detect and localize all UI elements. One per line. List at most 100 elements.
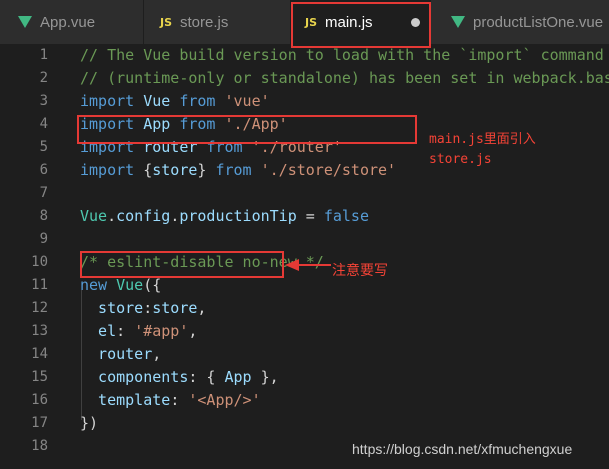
tab-label: App.vue (40, 13, 96, 31)
line-number: 4 (39, 116, 48, 132)
line-number: 11 (31, 277, 48, 293)
tab-label: productListOne.vue (473, 13, 604, 31)
code-token: Vue (116, 276, 144, 294)
code-line[interactable]: 1 // The Vue build version to load with t… (0, 44, 609, 67)
unsaved-dot-icon[interactable] (410, 17, 420, 27)
code-token: }) (80, 414, 99, 432)
code-line[interactable]: 9 (0, 228, 609, 251)
code-token: from (215, 161, 261, 179)
code-line[interactable]: 7 (0, 182, 609, 205)
code-token: . (170, 207, 180, 225)
line-number: 3 (39, 93, 48, 109)
line-number: 8 (39, 208, 48, 224)
code-token: router (80, 345, 153, 363)
code-line[interactable]: 14 router, (0, 343, 609, 366)
code-token: { (143, 161, 153, 179)
code-text: Vue.config.productionTip = false (80, 205, 369, 228)
code-token: , (188, 322, 198, 340)
line-number: 17 (31, 415, 48, 431)
code-line[interactable]: 13 el: '#app', (0, 320, 609, 343)
line-number: 16 (31, 392, 48, 408)
vue-icon (451, 16, 465, 28)
store-note: 注意要写 (332, 263, 388, 279)
code-token: template (80, 391, 171, 409)
line-number: 6 (39, 162, 48, 178)
code-line[interactable]: 17}) (0, 412, 609, 435)
code-token: components (80, 368, 189, 386)
code-token: store (152, 299, 198, 317)
code-text: router, (80, 343, 161, 366)
store-option-highlight-box (80, 251, 284, 278)
arrow-left-icon (285, 259, 331, 271)
code-text: template: '<App/>' (80, 389, 261, 412)
code-text: import Vue from 'vue' (80, 90, 270, 113)
import-note: main.js里面引入 store.js (429, 130, 536, 170)
line-number: 13 (31, 323, 48, 339)
js-icon: JS (160, 15, 173, 29)
editor-tab-bar: App.vue JS store.js JS main.js productLi… (0, 0, 609, 44)
code-token: 'vue' (224, 92, 270, 110)
code-text: }) (80, 412, 98, 435)
tab-app-vue[interactable]: App.vue (0, 0, 144, 44)
js-icon: JS (305, 15, 318, 29)
code-token: import (80, 161, 144, 179)
code-token: : (116, 322, 135, 340)
code-text: // (runtime-only or standalone) has been… (80, 67, 609, 90)
code-token: , (152, 345, 162, 363)
code-line[interactable]: 12 store:store, (0, 297, 609, 320)
code-text: store:store, (80, 297, 206, 320)
tab-label: store.js (180, 13, 229, 31)
code-token: . (107, 207, 117, 225)
line-number: 10 (31, 254, 48, 270)
code-token: config (116, 207, 171, 225)
code-token: // (runtime-only or standalone) has been… (80, 69, 609, 87)
code-text: components: { App }, (80, 366, 279, 389)
code-line[interactable]: 16 template: '<App/>' (0, 389, 609, 412)
code-line[interactable]: 2 // (runtime-only or standalone) has bee… (0, 67, 609, 90)
line-number: 5 (39, 139, 48, 155)
code-token: : { (188, 368, 225, 386)
line-number: 14 (31, 346, 48, 362)
code-line[interactable]: 8 Vue.config.productionTip = false (0, 205, 609, 228)
tab-main-js[interactable]: JS main.js (291, 0, 431, 44)
code-token: store (80, 299, 144, 317)
tab-store-js[interactable]: JS store.js (144, 0, 291, 44)
code-token: ({ (143, 276, 162, 294)
code-token: App (224, 368, 252, 386)
code-token: '#app' (134, 322, 189, 340)
tab-label: main.js (325, 13, 373, 31)
code-token: , (197, 299, 207, 317)
code-token: : (143, 299, 153, 317)
code-token: './store/store' (260, 161, 397, 179)
code-token: store (152, 161, 198, 179)
code-token: } (197, 161, 216, 179)
import-note-line1: main.js里面引入 (429, 132, 536, 147)
line-number: 1 (39, 47, 48, 63)
code-token: el (80, 322, 117, 340)
code-token: '<App/>' (188, 391, 261, 409)
import-note-line2: store.js (429, 152, 492, 167)
line-number: 7 (39, 185, 48, 201)
code-token: : (170, 391, 189, 409)
code-token: Vue (80, 207, 108, 225)
code-token: // The Vue build version to load with th… (80, 46, 604, 64)
watermark: https://blog.csdn.net/xfmuchengxue (352, 441, 573, 457)
code-line[interactable]: 15 components: { App }, (0, 366, 609, 389)
code-text: // The Vue build version to load with th… (80, 44, 604, 67)
code-token: from (179, 92, 225, 110)
code-token: productionTip (179, 207, 297, 225)
code-token: new (80, 276, 117, 294)
code-token: false (323, 207, 369, 225)
code-text: el: '#app', (80, 320, 197, 343)
import-store-highlight-box (77, 115, 417, 144)
code-text: import {store} from './store/store' (80, 159, 396, 182)
code-token: }, (251, 368, 279, 386)
code-token: import (80, 92, 144, 110)
line-number: 12 (31, 300, 48, 316)
line-number: 15 (31, 369, 48, 385)
code-token: Vue (143, 92, 180, 110)
code-line[interactable]: 3 import Vue from 'vue' (0, 90, 609, 113)
line-number: 2 (39, 70, 48, 86)
vue-icon (18, 16, 32, 28)
tab-productlistone-vue[interactable]: productListOne.vue (431, 0, 609, 44)
